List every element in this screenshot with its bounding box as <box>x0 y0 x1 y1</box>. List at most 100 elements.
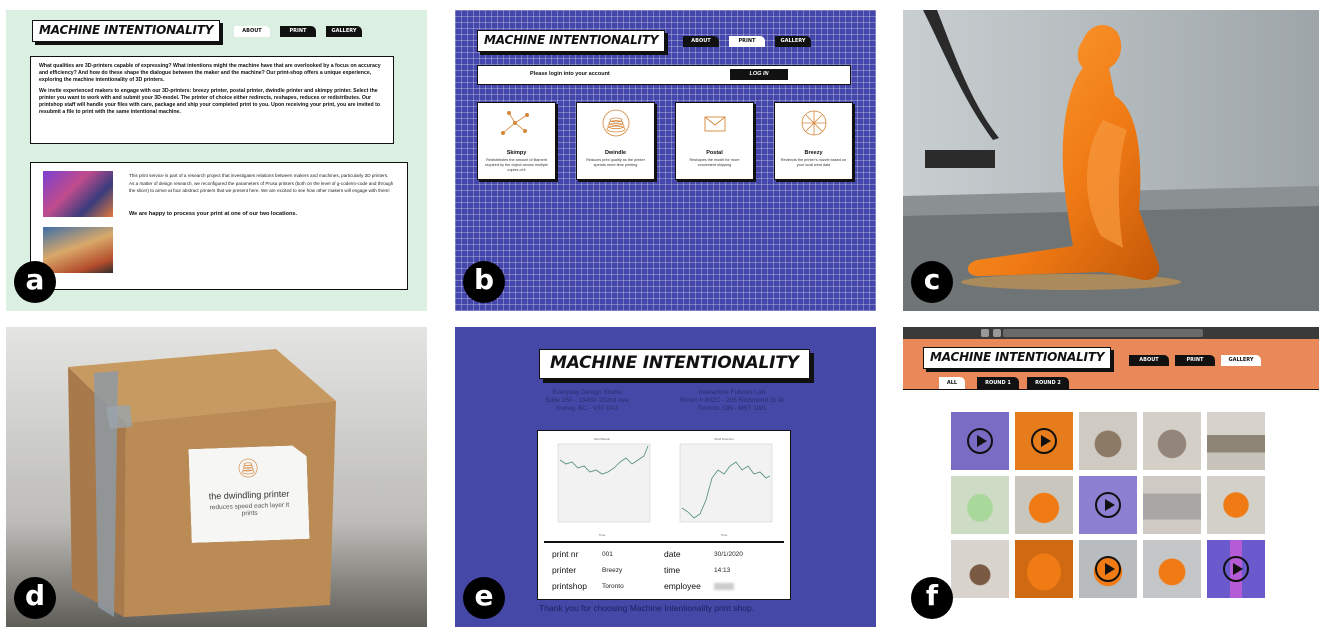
gallery-thumb[interactable] <box>951 412 1009 470</box>
play-icon <box>1031 428 1057 454</box>
play-icon <box>967 428 993 454</box>
printshop-label: printshop <box>552 581 587 591</box>
dwindle-icon <box>602 109 629 137</box>
tab-about[interactable]: ABOUT <box>234 26 270 37</box>
login-bar: Please login into your account LOG IN <box>477 65 851 85</box>
sticker-subtitle: reduces speed each layer it prints <box>209 501 290 518</box>
research-paragraph-2: As a matter of design research, we recon… <box>129 181 394 193</box>
gallery-thumb[interactable] <box>1207 412 1265 470</box>
login-button[interactable]: LOG IN <box>730 69 788 80</box>
gallery-thumb[interactable] <box>1079 476 1137 534</box>
breezy-icon <box>801 110 826 136</box>
date-value: 30/1/2020 <box>714 551 743 558</box>
gallery-thumb[interactable] <box>1015 476 1073 534</box>
panel-b-print-page: MACHINE INTENTIONALITY ABOUT PRINT GALLE… <box>455 10 876 311</box>
gallery-thumb[interactable] <box>1015 412 1073 470</box>
wind-direction-line <box>679 443 773 523</box>
gallery-thumb[interactable] <box>1143 476 1201 534</box>
printer-card-skimpy[interactable]: Skimpy Redistributes the amount of filam… <box>477 102 556 180</box>
tab-gallery[interactable]: GALLERY <box>1221 355 1261 366</box>
receipt-card: Wind Bearin Time Wind Direction Time pri… <box>537 430 791 600</box>
panel-label-f: f <box>911 577 953 619</box>
panel-a-about-page: MACHINE INTENTIONALITY ABOUT PRINT GALLE… <box>6 10 427 311</box>
gallery-thumb[interactable] <box>1079 540 1137 598</box>
gallery-thumb[interactable] <box>1207 540 1265 598</box>
play-icon <box>1223 556 1249 582</box>
tab-print[interactable]: PRINT <box>280 26 316 37</box>
gallery-grid <box>903 389 1319 627</box>
printer-card-dwindle[interactable]: Dwindle Reduces print quality as the pri… <box>576 102 655 180</box>
printer-card-breezy[interactable]: Breezy Redirects the printer's nozzle ba… <box>774 102 853 180</box>
wind-direction-chart: Wind Direction Time <box>672 437 776 537</box>
panel-e-receipt: MACHINE INTENTIONALITY Everyday Design S… <box>455 327 876 627</box>
gallery-tab-all[interactable]: ALL <box>939 377 965 389</box>
print-nr-label: print nr <box>552 549 579 559</box>
sitting-figure-photo <box>903 10 1319 311</box>
gallery-thumb[interactable] <box>951 476 1009 534</box>
locations-note: We are happy to process your print at on… <box>129 211 298 217</box>
chart-title: Wind Bearin <box>593 437 611 441</box>
location-line: Surrey, BC - V3T 0A3 <box>555 405 619 412</box>
gallery-thumb[interactable] <box>1143 540 1201 598</box>
panel-c-print-photo: c <box>903 10 1319 311</box>
intro-paragraph-1: What qualities are 3D-printers capable o… <box>39 63 381 83</box>
panel-label-b: b <box>463 261 505 303</box>
tab-print[interactable]: PRINT <box>729 36 765 47</box>
research-paragraph-1: This print service is part of a research… <box>129 173 389 178</box>
panel-label-e: e <box>463 577 505 619</box>
back-icon[interactable] <box>981 329 989 337</box>
brand-logo[interactable]: MACHINE INTENTIONALITY <box>477 30 666 52</box>
panel-f-gallery-page: MACHINE INTENTIONALITY ABOUT PRINT GALLE… <box>903 327 1319 627</box>
browser-toolbar <box>903 327 1319 339</box>
tab-print[interactable]: PRINT <box>1175 355 1215 366</box>
gallery-tab-round-1[interactable]: ROUND 1 <box>977 377 1019 389</box>
brand-logo[interactable]: MACHINE INTENTIONALITY <box>32 20 221 42</box>
gallery-thumb[interactable] <box>1079 412 1137 470</box>
print-nr-value: 001 <box>602 551 613 558</box>
login-prompt: Please login into your account <box>530 71 610 77</box>
location-everyday-design-studio: Everyday Design Studio Suite 250 - 13450… <box>527 389 647 413</box>
envelope-icon <box>704 116 725 132</box>
panel-label-c: c <box>911 261 953 303</box>
tab-about[interactable]: ABOUT <box>683 36 719 47</box>
location-line: Suite 250 - 13450 102nd Ave <box>545 397 629 404</box>
brand-logo[interactable]: MACHINE INTENTIONALITY <box>923 347 1112 369</box>
printer-desc: Reshapes the model for more convenient s… <box>689 158 740 167</box>
time-value: 14:13 <box>714 567 731 574</box>
skimpy-icon <box>500 111 529 135</box>
date-label: date <box>664 549 681 559</box>
chart-title: Wind Direction <box>714 437 734 441</box>
play-icon <box>1095 492 1121 518</box>
panel-label-d: d <box>14 577 56 619</box>
gallery-tab-round-2[interactable]: ROUND 2 <box>1027 377 1069 389</box>
dwindle-icon <box>235 455 262 482</box>
brand-logo: MACHINE INTENTIONALITY <box>539 349 810 379</box>
printer-label: printer <box>552 565 577 575</box>
receipt-divider <box>544 541 784 543</box>
gallery-thumb[interactable] <box>1143 412 1201 470</box>
research-box: This print service is part of a research… <box>30 162 408 290</box>
printshop-value: Toronto <box>602 583 624 590</box>
sticker-title: the dwindling printer <box>208 488 290 502</box>
printer-desc: Redirects the printer's nozzle based on … <box>780 158 847 167</box>
gallery-thumb[interactable] <box>951 540 1009 598</box>
panel-d-package-photo: the dwindling printer reduces speed each… <box>6 327 427 627</box>
printer-card-postal[interactable]: Postal Reshapes the model for more conve… <box>675 102 754 180</box>
printer-value: Breezy <box>602 567 623 574</box>
dwindle-sticker: the dwindling printer reduces speed each… <box>188 445 309 543</box>
gallery-thumb[interactable] <box>1015 540 1073 598</box>
printer-desc: Reduces print quality as the printer spe… <box>586 158 645 167</box>
tab-gallery[interactable]: GALLERY <box>326 26 362 37</box>
home-icon[interactable] <box>993 329 1001 337</box>
location-line: Everyday Design Studio <box>552 389 622 396</box>
wind-bearing-line <box>557 443 651 523</box>
address-bar[interactable] <box>1003 329 1203 337</box>
tab-gallery[interactable]: GALLERY <box>775 36 811 47</box>
wind-bearing-chart: Wind Bearin Time <box>550 437 654 537</box>
location-line: Room # 802C - 205 Richmond St W <box>680 397 784 404</box>
tab-about[interactable]: ABOUT <box>1129 355 1169 366</box>
gallery-thumb[interactable] <box>1207 476 1265 534</box>
panel-label-a: a <box>14 261 56 303</box>
location-interactive-futures-lab: Interactive Futures Lab Room # 802C - 20… <box>667 389 797 413</box>
employee-label: employee <box>664 581 701 591</box>
